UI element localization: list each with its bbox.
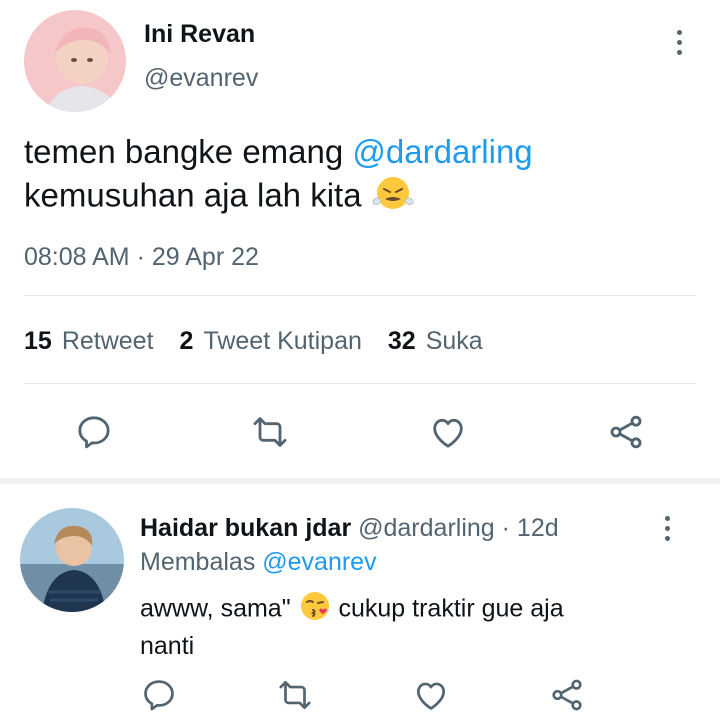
- share-icon[interactable]: [606, 412, 646, 452]
- reply-author-name[interactable]: Haidar bukan jdar: [140, 514, 351, 542]
- meta-separator: ·: [136, 243, 145, 271]
- mention-link[interactable]: @dardarling: [352, 133, 532, 170]
- reply-separator: ·: [501, 514, 510, 542]
- tweet-date: 29 Apr 22: [151, 243, 259, 271]
- reply-text-part3: nanti: [140, 632, 195, 660]
- more-vertical-icon[interactable]: [652, 508, 682, 548]
- retweet-icon[interactable]: [250, 412, 290, 452]
- retweet-count: 15: [24, 327, 52, 355]
- divider: [24, 295, 696, 296]
- quote-label: Tweet Kutipan: [203, 327, 362, 355]
- share-icon[interactable]: [548, 676, 586, 714]
- reply-icon[interactable]: [74, 412, 114, 452]
- reply-age: 12d: [516, 514, 559, 542]
- like-icon[interactable]: [412, 676, 450, 714]
- tweet-text-line1: temen bangke emang: [24, 133, 353, 170]
- retweet-label: Retweet: [61, 327, 154, 355]
- like-count: 32: [387, 327, 416, 355]
- main-author-avatar[interactable]: [24, 10, 126, 112]
- face-steam-emoji: [371, 173, 415, 223]
- retweet-icon[interactable]: [276, 676, 314, 714]
- like-icon[interactable]: [428, 412, 468, 452]
- tweet-stats: 15 Retweet 2 Tweet Kutipan 32 Suka: [24, 327, 483, 356]
- tweet-time: 08:08 AM: [24, 243, 130, 271]
- reply-text: awww, sama" cukup traktir gue aja nanti: [140, 590, 700, 662]
- main-tweet-text: temen bangke emang @dardarling kemusuhan…: [24, 131, 704, 223]
- retweet-stat[interactable]: 15 Retweet: [24, 327, 154, 356]
- like-stat[interactable]: 32 Suka: [388, 327, 483, 356]
- replying-to-link[interactable]: @evanrev: [262, 548, 376, 576]
- section-separator: [0, 478, 720, 484]
- reply-header: Haidar bukan jdar @dardarling · 12d: [140, 514, 559, 543]
- reply-icon[interactable]: [140, 676, 178, 714]
- main-author-name[interactable]: Ini Revan: [144, 20, 255, 49]
- reply-author-handle[interactable]: @dardarling: [358, 514, 495, 542]
- more-vertical-icon[interactable]: [664, 22, 694, 62]
- kiss-emoji: [298, 590, 332, 630]
- main-author-handle[interactable]: @evanrev: [144, 64, 258, 93]
- like-label: Suka: [425, 327, 483, 355]
- replying-prefix: Membalas: [140, 548, 263, 576]
- reply-text-part1: awww, sama": [140, 594, 298, 623]
- tweet-text-line2: kemusuhan aja lah kita: [24, 176, 371, 214]
- reply-text-part2: cukup traktir gue aja: [331, 594, 564, 623]
- quote-count: 2: [179, 327, 194, 355]
- divider: [24, 383, 696, 384]
- reply-author-avatar[interactable]: [20, 508, 124, 612]
- quote-stat[interactable]: 2 Tweet Kutipan: [180, 327, 362, 356]
- replying-to: Membalas @evanrev: [140, 548, 377, 577]
- tweet-timestamp: 08:08 AM · 29 Apr 22: [24, 243, 259, 272]
